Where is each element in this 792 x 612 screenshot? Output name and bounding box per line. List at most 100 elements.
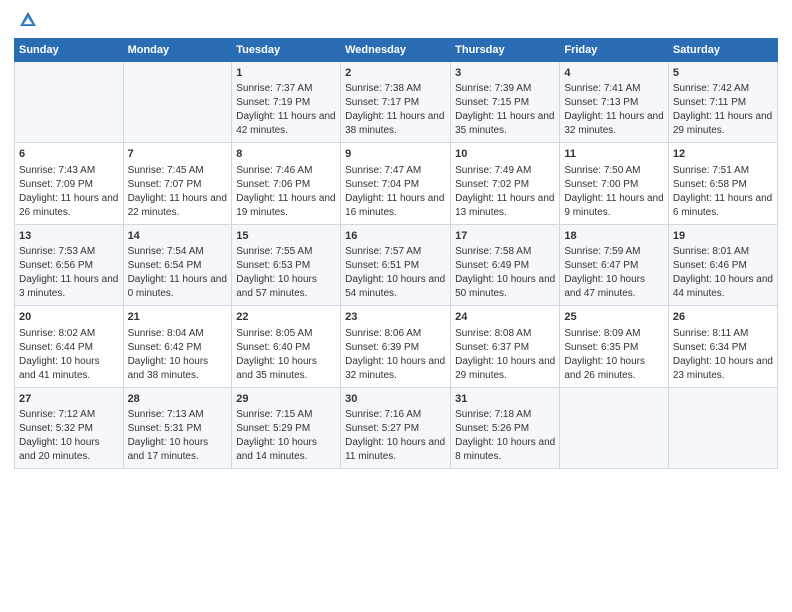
sunrise-text: Sunrise: 8:02 AM (19, 328, 95, 339)
day-number: 10 (455, 147, 555, 162)
sunset-text: Sunset: 6:35 PM (564, 342, 638, 353)
day-number: 14 (128, 229, 228, 244)
daylight-text: Daylight: 11 hours and 32 minutes. (564, 111, 663, 136)
calendar-cell: 21Sunrise: 8:04 AMSunset: 6:42 PMDayligh… (123, 306, 232, 387)
sunrise-text: Sunrise: 7:57 AM (345, 246, 421, 257)
daylight-text: Daylight: 10 hours and 20 minutes. (19, 437, 100, 462)
logo (14, 10, 38, 30)
daylight-text: Daylight: 10 hours and 44 minutes. (673, 274, 773, 299)
calendar-cell (560, 387, 669, 468)
day-number: 8 (236, 147, 336, 162)
day-number: 16 (345, 229, 446, 244)
calendar-header-row: SundayMondayTuesdayWednesdayThursdayFrid… (15, 39, 778, 62)
daylight-text: Daylight: 11 hours and 0 minutes. (128, 274, 227, 299)
weekday-header: Saturday (668, 39, 777, 62)
sunrise-text: Sunrise: 7:13 AM (128, 409, 204, 420)
weekday-header: Sunday (15, 39, 124, 62)
sunset-text: Sunset: 5:29 PM (236, 423, 310, 434)
sunset-text: Sunset: 7:04 PM (345, 179, 419, 190)
sunrise-text: Sunrise: 7:54 AM (128, 246, 204, 257)
calendar-cell: 9Sunrise: 7:47 AMSunset: 7:04 PMDaylight… (341, 143, 451, 224)
day-number: 25 (564, 310, 664, 325)
weekday-header: Tuesday (232, 39, 341, 62)
sunset-text: Sunset: 5:31 PM (128, 423, 202, 434)
daylight-text: Daylight: 10 hours and 47 minutes. (564, 274, 645, 299)
sunrise-text: Sunrise: 8:01 AM (673, 246, 749, 257)
calendar-cell: 6 Sunrise: 7:43 AM Sunset: 7:09 PM Daylight… (15, 143, 124, 224)
sunrise-text: Sunrise: 7:15 AM (236, 409, 312, 420)
sunrise-text: Sunrise: 8:08 AM (455, 328, 531, 339)
calendar-cell (668, 387, 777, 468)
daylight-text: Daylight: 11 hours and 13 minutes. (455, 193, 554, 218)
sunrise-text: Sunrise: 7:42 AM (673, 83, 749, 94)
day-number: 30 (345, 392, 446, 407)
daylight-text: Daylight: 10 hours and 35 minutes. (236, 356, 317, 381)
daylight-text: Daylight: 11 hours and 19 minutes. (236, 193, 335, 218)
day-number: 23 (345, 310, 446, 325)
sunset-text: Sunset: 5:27 PM (345, 423, 419, 434)
calendar-cell: 14 Sunrise: 7:54 AM Sunset: 6:54 PM Dayligh… (123, 224, 232, 305)
sunrise-text: Sunrise: 7:38 AM (345, 83, 421, 94)
calendar-cell: 23Sunrise: 8:06 AMSunset: 6:39 PMDayligh… (341, 306, 451, 387)
sunset-text: Sunset: 7:15 PM (455, 97, 529, 108)
sunrise-text: Sunrise: 7:18 AM (455, 409, 531, 420)
sunset-text: Sunset: 6:37 PM (455, 342, 529, 353)
daylight-text: Daylight: 11 hours and 35 minutes. (455, 111, 554, 136)
daylight-text: Daylight: 10 hours and 26 minutes. (564, 356, 645, 381)
calendar-cell: 1Sunrise: 7:37 AMSunset: 7:19 PMDaylight… (232, 62, 341, 143)
calendar-cell: 10Sunrise: 7:49 AMSunset: 7:02 PMDayligh… (451, 143, 560, 224)
sunset-text: Sunset: 6:49 PM (455, 260, 529, 271)
calendar-cell: 11Sunrise: 7:50 AMSunset: 7:00 PMDayligh… (560, 143, 669, 224)
daylight-text: Daylight: 11 hours and 38 minutes. (345, 111, 444, 136)
daylight-text: Daylight: 10 hours and 29 minutes. (455, 356, 555, 381)
sunset-text: Sunset: 6:40 PM (236, 342, 310, 353)
sunrise-text: Sunrise: 7:12 AM (19, 409, 95, 420)
day-number: 6 (19, 147, 119, 162)
day-number: 21 (128, 310, 228, 325)
day-number: 1 (236, 66, 336, 81)
day-number: 26 (673, 310, 773, 325)
weekday-header: Wednesday (341, 39, 451, 62)
sunset-text: Sunset: 7:19 PM (236, 97, 310, 108)
day-number: 27 (19, 392, 119, 407)
daylight-text: Daylight: 10 hours and 32 minutes. (345, 356, 445, 381)
sunset-text: Sunset: 5:26 PM (455, 423, 529, 434)
day-number: 5 (673, 66, 773, 81)
calendar-cell: 25Sunrise: 8:09 AMSunset: 6:35 PMDayligh… (560, 306, 669, 387)
sunset-text: Sunset: 7:09 PM (19, 179, 93, 190)
daylight-text: Daylight: 11 hours and 16 minutes. (345, 193, 444, 218)
sunrise-text: Sunrise: 8:04 AM (128, 328, 204, 339)
daylight-text: Daylight: 10 hours and 50 minutes. (455, 274, 555, 299)
sunset-text: Sunset: 6:34 PM (673, 342, 747, 353)
day-number: 4 (564, 66, 664, 81)
daylight-text: Daylight: 11 hours and 42 minutes. (236, 111, 335, 136)
sunset-text: Sunset: 7:02 PM (455, 179, 529, 190)
day-number: 9 (345, 147, 446, 162)
sunrise-text: Sunrise: 7:39 AM (455, 83, 531, 94)
day-number: 2 (345, 66, 446, 81)
sunset-text: Sunset: 6:44 PM (19, 342, 93, 353)
calendar-cell: 7Sunrise: 7:45 AMSunset: 7:07 PMDaylight… (123, 143, 232, 224)
daylight-text: Daylight: 10 hours and 14 minutes. (236, 437, 317, 462)
calendar-cell: 15Sunrise: 7:55 AMSunset: 6:53 PMDayligh… (232, 224, 341, 305)
sunrise-text: Sunrise: 8:05 AM (236, 328, 312, 339)
sunset-text: Sunset: 6:46 PM (673, 260, 747, 271)
calendar-cell (123, 62, 232, 143)
day-number: 19 (673, 229, 773, 244)
sunset-text: Sunset: 6:58 PM (673, 179, 747, 190)
sunrise-text: Sunrise: 7:43 AM (19, 165, 95, 176)
daylight-text: Daylight: 11 hours and 22 minutes. (128, 193, 227, 218)
sunset-text: Sunset: 7:13 PM (564, 97, 638, 108)
sunset-text: Sunset: 6:54 PM (128, 260, 202, 271)
sunset-text: Sunset: 7:06 PM (236, 179, 310, 190)
day-number: 3 (455, 66, 555, 81)
sunrise-text: Sunrise: 7:16 AM (345, 409, 421, 420)
daylight-text: Daylight: 11 hours and 26 minutes. (19, 193, 118, 218)
sunset-text: Sunset: 6:47 PM (564, 260, 638, 271)
daylight-text: Daylight: 10 hours and 41 minutes. (19, 356, 100, 381)
sunrise-text: Sunrise: 7:51 AM (673, 165, 749, 176)
sunset-text: Sunset: 6:51 PM (345, 260, 419, 271)
sunrise-text: Sunrise: 7:45 AM (128, 165, 204, 176)
calendar-cell: 30Sunrise: 7:16 AMSunset: 5:27 PMDayligh… (341, 387, 451, 468)
sunset-text: Sunset: 6:42 PM (128, 342, 202, 353)
